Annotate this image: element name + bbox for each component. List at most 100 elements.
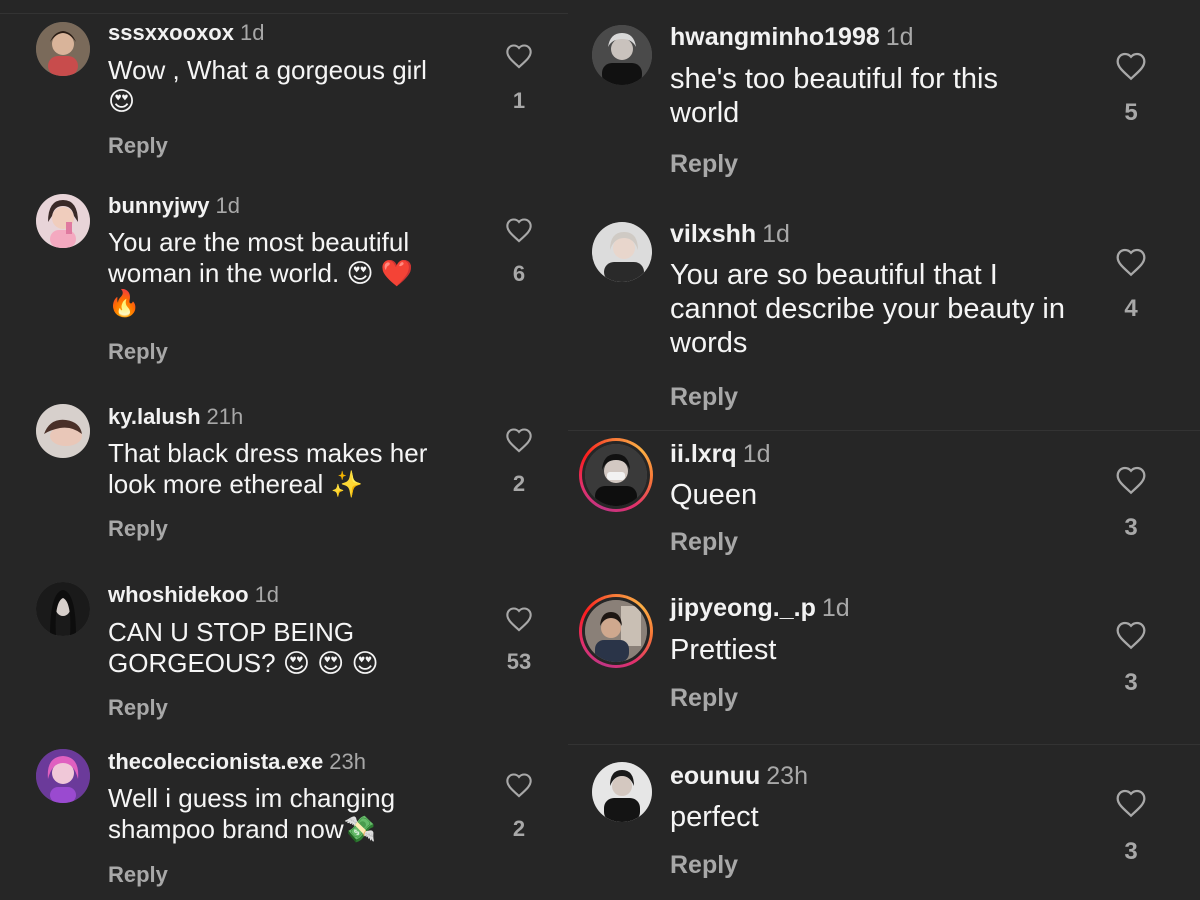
heart-icon[interactable]	[505, 217, 533, 248]
like-count: 3	[1124, 514, 1138, 541]
comment-meta: hwangminho1998 1d	[670, 23, 914, 52]
avatar[interactable]	[592, 762, 652, 822]
avatar[interactable]	[36, 749, 90, 803]
reply-button[interactable]: Reply	[108, 339, 168, 365]
comment-item: ii.lxrq 1d Queen Reply 3	[568, 432, 1200, 582]
comment-meta: jipyeong._.p 1d	[670, 594, 850, 623]
timestamp: 1d	[821, 594, 850, 622]
like-count: 1	[512, 88, 526, 113]
comment-item: vilxshh 1d You are so beautiful that I ca…	[568, 200, 1200, 426]
comment-item: jipyeong._.p 1d Prettiest Reply 3	[568, 588, 1200, 738]
like-count: 2	[512, 471, 526, 496]
timestamp: 23h	[329, 749, 366, 774]
section-divider	[568, 430, 1200, 431]
username[interactable]: bunnyjwy	[108, 193, 209, 218]
username[interactable]: sssxxooxox	[108, 20, 234, 45]
heart-icon[interactable]	[1115, 788, 1147, 823]
reply-button[interactable]: Reply	[670, 851, 738, 880]
like-count: 53	[506, 649, 532, 674]
comment-item: thecoleccionista.exe 23h Well i guess im …	[0, 738, 568, 900]
timestamp: 1d	[742, 440, 771, 468]
comment-meta: thecoleccionista.exe 23h	[108, 749, 366, 775]
avatar[interactable]	[36, 404, 90, 458]
reply-button[interactable]: Reply	[108, 133, 168, 159]
comment-meta: sssxxooxox 1d	[108, 20, 264, 46]
comment-text: You are so beautiful that I cannot descr…	[670, 258, 1070, 361]
comment-body: Wow , What a gorgeous girl	[108, 55, 427, 85]
reply-button[interactable]: Reply	[670, 528, 738, 557]
comment-body: perfect	[670, 801, 759, 833]
comment-text: CAN U STOP BEING GORGEOUS? 😍 😍 😍	[108, 617, 478, 678]
username[interactable]: thecoleccionista.exe	[108, 749, 323, 774]
comment-body: You are so beautiful that I cannot descr…	[670, 259, 1065, 360]
story-ring[interactable]	[579, 438, 653, 512]
comment-item: whoshidekoo 1d CAN U STOP BEING GORGEOUS?…	[0, 570, 568, 730]
comment-meta: eounuu 23h	[670, 762, 808, 791]
comment-meta: whoshidekoo 1d	[108, 582, 279, 608]
timestamp: 23h	[766, 762, 808, 790]
right-comments-panel: hwangminho1998 1d she's too beautiful for…	[568, 0, 1200, 900]
username[interactable]: eounuu	[670, 762, 760, 790]
username[interactable]: hwangminho1998	[670, 23, 880, 51]
comment-body: You are the most beautiful woman in the …	[108, 227, 414, 288]
avatar[interactable]	[36, 582, 90, 636]
username[interactable]: ii.lxrq	[670, 440, 737, 468]
timestamp: 1d	[762, 220, 790, 248]
timestamp: 1d	[239, 20, 265, 45]
comment-body: That black dress makes her look more eth…	[108, 438, 428, 499]
avatar[interactable]	[585, 600, 647, 662]
username[interactable]: jipyeong._.p	[670, 594, 816, 622]
avatar[interactable]	[585, 444, 647, 506]
avatar[interactable]	[36, 22, 90, 76]
comment-body: Prettiest	[670, 634, 777, 666]
reply-button[interactable]: Reply	[108, 516, 168, 542]
reply-button[interactable]: Reply	[670, 383, 738, 412]
comment-text: Well i guess im changing shampoo brand n…	[108, 783, 478, 844]
comment-text: You are the most beautiful woman in the …	[108, 227, 478, 320]
like-count: 2	[512, 816, 526, 841]
emoji: 🔥	[108, 289, 141, 320]
comment-body: Queen	[670, 479, 758, 511]
story-ring[interactable]	[579, 594, 653, 668]
comment-meta: ky.lalush 21h	[108, 404, 243, 430]
username[interactable]: whoshidekoo	[108, 582, 249, 607]
heart-icon[interactable]	[1115, 51, 1147, 86]
heart-icon[interactable]	[505, 43, 533, 74]
username[interactable]: vilxshh	[670, 220, 756, 248]
comment-meta: ii.lxrq 1d	[670, 440, 771, 469]
emoji: 😍	[108, 86, 136, 117]
username[interactable]: ky.lalush	[108, 404, 201, 429]
comment-item: eounuu 23h perfect Reply 3	[568, 752, 1200, 900]
like-count: 4	[1124, 295, 1138, 322]
heart-icon[interactable]	[1115, 247, 1147, 282]
comment-body: Well i guess im changing shampoo brand n…	[108, 783, 396, 844]
avatar[interactable]	[36, 194, 90, 248]
heart-icon[interactable]	[505, 606, 533, 637]
reply-button[interactable]: Reply	[670, 684, 738, 713]
comment-item: ky.lalush 21h That black dress makes her …	[0, 392, 568, 552]
like-count: 3	[1124, 669, 1138, 696]
heart-icon[interactable]	[1115, 620, 1147, 655]
section-divider	[568, 744, 1200, 745]
heart-icon[interactable]	[505, 772, 533, 803]
comment-text: Prettiest	[670, 633, 1070, 667]
heart-icon[interactable]	[1115, 465, 1147, 500]
comment-item: bunnyjwy 1d You are the most beautiful wo…	[0, 180, 568, 380]
comment-meta: bunnyjwy 1d	[108, 193, 240, 219]
comment-body: CAN U STOP BEING GORGEOUS? 😍 😍 😍	[108, 617, 379, 678]
comment-text: she's too beautiful for this world	[670, 62, 1070, 130]
avatar[interactable]	[592, 25, 652, 85]
comment-text: Wow , What a gorgeous girl 😍	[108, 55, 478, 117]
timestamp: 1d	[254, 582, 280, 607]
reply-button[interactable]: Reply	[108, 695, 168, 721]
avatar[interactable]	[592, 222, 652, 282]
comment-text: perfect	[670, 800, 1070, 834]
comment-text: Queen	[670, 478, 1070, 512]
comment-text: That black dress makes her look more eth…	[108, 438, 478, 499]
reply-button[interactable]: Reply	[108, 862, 168, 888]
like-count: 5	[1124, 99, 1138, 126]
timestamp: 21h	[206, 404, 244, 429]
heart-icon[interactable]	[505, 427, 533, 458]
reply-button[interactable]: Reply	[670, 150, 738, 179]
comment-body: she's too beautiful for this world	[670, 63, 998, 130]
